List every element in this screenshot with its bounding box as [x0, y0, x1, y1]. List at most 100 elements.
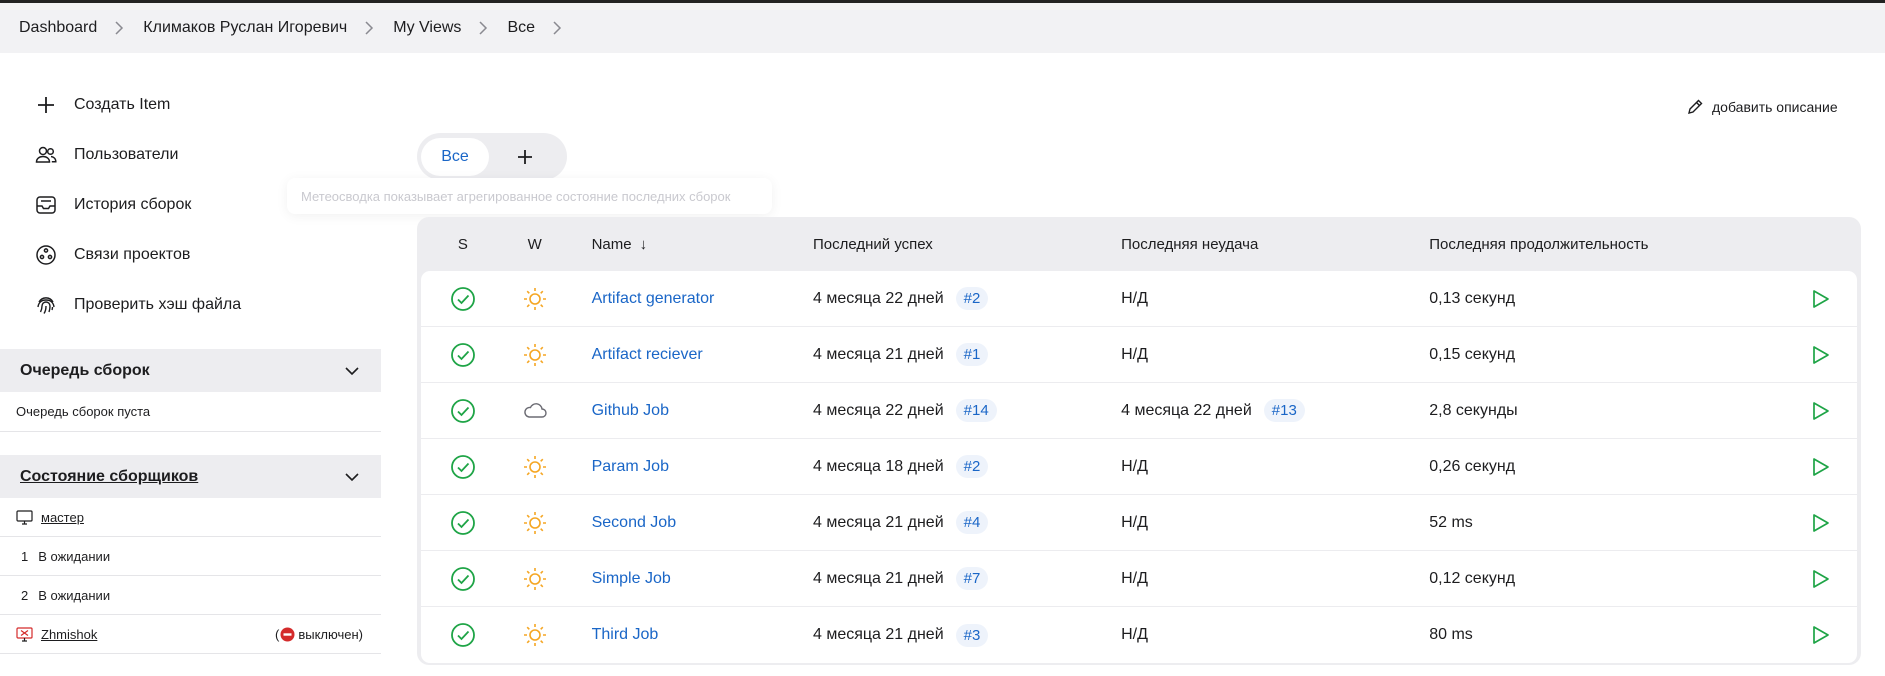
table-row: Simple Job 4 месяца 21 дней #7 Н/Д 0,12 секу…: [421, 551, 1857, 607]
last-failure-time: Н/Д: [1121, 569, 1148, 587]
chevron-down-icon[interactable]: [343, 362, 361, 380]
success-status-icon: [450, 510, 476, 536]
run-build-icon[interactable]: [1809, 400, 1831, 422]
task-new-item[interactable]: Создать Item: [18, 80, 378, 130]
job-name-link[interactable]: Param Job: [592, 458, 669, 475]
build-queue-header[interactable]: Очередь сборок: [0, 349, 381, 392]
table-row: Artifact reciever 4 месяца 21 дней #1 Н/Д 0,…: [421, 327, 1857, 383]
executors-title[interactable]: Состояние сборщиков: [20, 468, 198, 486]
run-build-icon[interactable]: [1809, 568, 1831, 590]
header-last-success[interactable]: Последний успех: [813, 236, 1121, 253]
last-failure-build-badge[interactable]: #13: [1263, 399, 1305, 422]
last-failure-time: Н/Д: [1121, 513, 1148, 531]
task-fingerprint[interactable]: Проверить хэш файла: [18, 280, 378, 330]
success-status-icon: [450, 286, 476, 312]
job-name-link[interactable]: Artifact generator: [592, 290, 715, 307]
run-build-icon[interactable]: [1809, 288, 1831, 310]
task-label: История сборок: [74, 196, 192, 213]
view-tabs: Все: [417, 133, 567, 180]
sunny-weather-icon: [522, 286, 548, 312]
job-name-link[interactable]: Simple Job: [592, 570, 671, 587]
last-duration: 0,12 секунд: [1429, 569, 1516, 587]
agent-status: ( выключен): [275, 627, 363, 642]
fingerprint-icon: [32, 291, 60, 319]
last-success-build-badge[interactable]: #2: [955, 455, 989, 478]
last-duration: 0,15 секунд: [1429, 345, 1516, 363]
breadcrumb-all[interactable]: Все: [507, 19, 535, 37]
sunny-weather-icon: [522, 622, 548, 648]
executor-slot-number: 1: [21, 548, 29, 564]
chevron-right-icon[interactable]: [550, 21, 564, 35]
last-success-build-badge[interactable]: #7: [955, 567, 989, 590]
breadcrumb-dashboard[interactable]: Dashboard: [19, 19, 97, 37]
executor-agent-row: Zhmishok ( выключен): [0, 615, 381, 654]
executor-slot-number: 2: [21, 587, 29, 603]
sunny-weather-icon: [522, 342, 548, 368]
run-build-icon[interactable]: [1809, 624, 1831, 646]
build-queue-empty: Очередь сборок пуста: [0, 392, 381, 432]
job-name-link[interactable]: Artifact reciever: [592, 346, 703, 363]
last-success-time: 4 месяца 22 дней: [812, 401, 944, 419]
table-header: S W Name ↓ Последний успех Последняя неу…: [421, 217, 1857, 271]
build-queue-title: Очередь сборок: [20, 361, 150, 379]
breadcrumb-my-views[interactable]: My Views: [393, 19, 461, 37]
pencil-icon: [1686, 98, 1712, 116]
run-build-icon[interactable]: [1809, 456, 1831, 478]
last-success-build-badge[interactable]: #1: [955, 343, 989, 366]
run-build-icon[interactable]: [1809, 512, 1831, 534]
disabled-icon: [280, 627, 295, 642]
cloudy-weather-icon: [522, 398, 548, 424]
agent-status-text: выключен): [298, 626, 363, 642]
last-failure-time: 4 месяца 22 дней: [1121, 401, 1252, 419]
table-row: Artifact generator 4 месяца 22 дней #2 Н/Д 0…: [421, 271, 1857, 327]
executor-slot: 1 В ожидании: [0, 537, 381, 576]
executors-body: мастер 1 В ожидании 2 В ожидании Zhmisho…: [0, 498, 381, 654]
header-last-duration[interactable]: Последняя продолжительность: [1429, 236, 1782, 253]
success-status-icon: [450, 454, 476, 480]
plus-icon: [516, 148, 534, 166]
relations-icon: [32, 241, 60, 269]
job-name-link[interactable]: Github Job: [592, 402, 669, 419]
agent-link[interactable]: Zhmishok: [41, 627, 97, 642]
last-duration: 52 ms: [1429, 513, 1473, 531]
add-description-button[interactable]: добавить описание: [1686, 98, 1838, 116]
task-label: Создать Item: [74, 96, 171, 113]
jobs-table: S W Name ↓ Последний успех Последняя неу…: [417, 217, 1861, 665]
task-label: Пользователи: [74, 146, 179, 163]
last-success-build-badge[interactable]: #4: [955, 511, 989, 534]
job-name-link[interactable]: Third Job: [592, 626, 659, 643]
task-project-relations[interactable]: Связи проектов: [18, 230, 378, 280]
agent-status-open: (: [275, 626, 280, 642]
last-duration: 0,13 секунд: [1429, 289, 1516, 307]
executors-header[interactable]: Состояние сборщиков: [0, 455, 381, 498]
add-view-button[interactable]: [495, 138, 555, 176]
table-row: Github Job 4 месяца 22 дней #14 4 месяца 22…: [421, 383, 1857, 439]
header-status[interactable]: S: [421, 236, 505, 253]
build-queue-empty-text: Очередь сборок пуста: [16, 404, 151, 419]
header-weather[interactable]: W: [505, 236, 565, 253]
master-link[interactable]: мастер: [41, 510, 84, 525]
agent-offline-icon: [16, 626, 33, 642]
breadcrumb-user[interactable]: Климаков Руслан Игоревич: [143, 19, 347, 37]
weather-tooltip: Метеосводка показывает агрегированное со…: [287, 178, 772, 214]
task-users[interactable]: Пользователи: [18, 130, 378, 180]
last-duration: 80 ms: [1429, 626, 1473, 643]
job-name-link[interactable]: Second Job: [592, 514, 677, 531]
table-row: Param Job 4 месяца 18 дней #2 Н/Д 0,26 секун…: [421, 439, 1857, 495]
chevron-right-icon: [476, 21, 490, 35]
table-row: Third Job 4 месяца 21 дней #3 Н/Д 80 ms: [421, 607, 1857, 663]
last-success-build-badge[interactable]: #2: [955, 287, 989, 310]
last-success-build-badge[interactable]: #3: [955, 623, 989, 647]
last-success-time: 4 месяца 21 дней: [812, 513, 944, 531]
chevron-down-icon[interactable]: [343, 468, 361, 486]
breadcrumb: Dashboard Климаков Руслан Игоревич My Vi…: [0, 3, 1885, 53]
header-name[interactable]: Name ↓: [565, 236, 813, 253]
last-success-build-badge[interactable]: #14: [955, 399, 997, 422]
run-build-icon[interactable]: [1809, 344, 1831, 366]
executor-slot-status: В ожидании: [38, 548, 111, 564]
last-failure-time: Н/Д: [1121, 626, 1148, 643]
chevron-right-icon: [112, 21, 126, 35]
header-last-failure[interactable]: Последняя неудача: [1121, 236, 1429, 253]
tab-all[interactable]: Все: [421, 137, 489, 176]
computer-icon: [16, 509, 33, 525]
